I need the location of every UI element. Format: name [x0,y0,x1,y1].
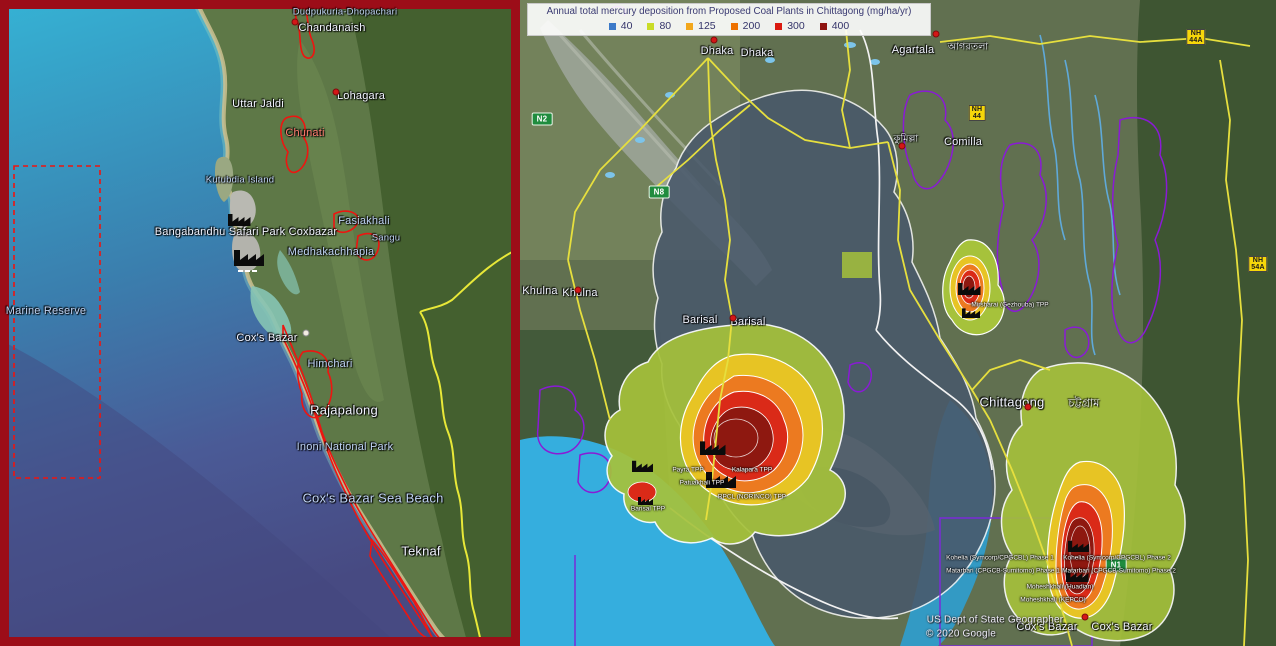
plant-marker-dash [238,270,243,272]
legend-swatch [647,23,654,30]
legend-value: 300 [787,20,805,32]
legend-box: Annual total mercury deposition from Pro… [527,3,931,36]
legend-value: 400 [832,20,850,32]
deposition-zone-400 [711,407,774,470]
legend-value: 125 [698,20,716,32]
legend-swatch [820,23,827,30]
screenshot-root: Annual total mercury deposition from Pro… [0,0,1276,646]
legend-swatch [609,23,616,30]
legend-item: 400 [820,20,850,32]
legend-item: 40 [609,20,633,32]
legend-swatch [731,23,738,30]
legend-value: 80 [659,20,671,32]
legend-item: 125 [686,20,716,32]
legend-swatch [775,23,782,30]
left-map-art [0,0,520,646]
deposition-zone-300 [628,482,656,502]
right-map-art [520,0,1276,646]
deposition-zone-80 [842,252,872,278]
plant-marker-dash [245,270,250,272]
legend-item: 200 [731,20,761,32]
mercury-deposition-map[interactable]: Annual total mercury deposition from Pro… [520,0,1276,646]
legend-value: 200 [743,20,761,32]
legend-swatch [686,23,693,30]
plant-marker-dash [252,270,257,272]
cox-bazar-satellite-map[interactable] [0,0,520,646]
legend-item: 80 [647,20,671,32]
legend-title: Annual total mercury deposition from Pro… [531,6,927,17]
legend-item: 300 [775,20,805,32]
legend-items: 40 80 125 200 300 400 [531,20,927,32]
legend-value: 40 [621,20,633,32]
